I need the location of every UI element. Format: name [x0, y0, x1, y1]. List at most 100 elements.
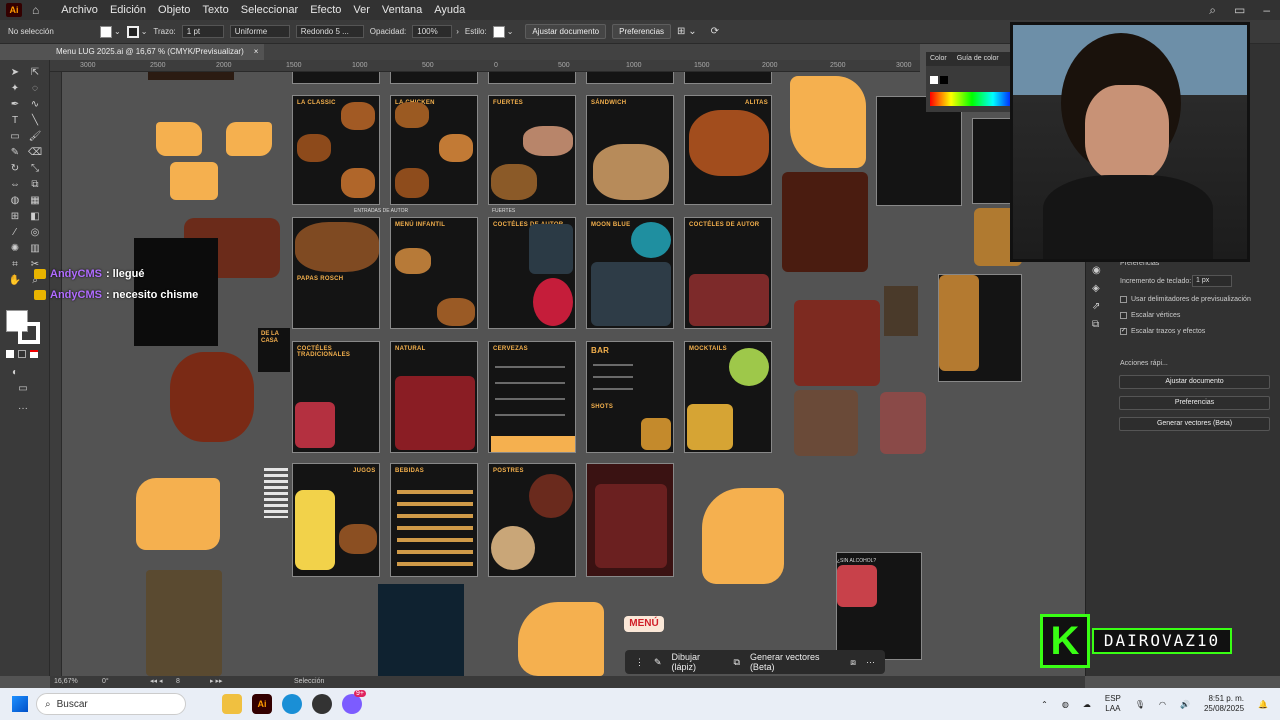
- shape-builder-icon[interactable]: ◍: [8, 194, 22, 208]
- menu-objeto[interactable]: Objeto: [152, 0, 196, 20]
- grip-icon[interactable]: ⋮: [635, 657, 644, 668]
- menu-page-cocteles-autor[interactable]: COCTÉLES DE AUTOR: [488, 217, 576, 329]
- checkbox-checked[interactable]: ✓: [1120, 328, 1127, 335]
- fill-control[interactable]: ⌄: [100, 25, 121, 38]
- menu-page-postres[interactable]: POSTRES: [488, 463, 576, 577]
- menu-page-cervezas[interactable]: CERVEZAS: [488, 341, 576, 453]
- drink-pour-photo[interactable]: [378, 584, 464, 676]
- transform-icon[interactable]: ⟳: [711, 26, 719, 37]
- file-explorer-icon[interactable]: [222, 694, 242, 714]
- curvature-tool-icon[interactable]: ∿: [28, 98, 42, 112]
- rotation-angle[interactable]: 0°: [102, 678, 109, 685]
- blend-tool-icon[interactable]: ◎: [28, 226, 42, 240]
- export-icon[interactable]: ⇗: [1092, 298, 1106, 316]
- menu-page-burger[interactable]: LA CLASSIC: [292, 95, 380, 205]
- de-la-casa-logo[interactable]: DE LA CASA: [258, 328, 290, 372]
- perspective-grid-icon[interactable]: ▦: [28, 194, 42, 208]
- artboard-tool-icon[interactable]: ⌗: [8, 258, 22, 272]
- pencil-icon[interactable]: ✎: [654, 657, 662, 668]
- menu-page-jugos[interactable]: JUGOS: [292, 463, 380, 577]
- artboards-icon[interactable]: ⧉: [1092, 316, 1106, 334]
- layers-icon[interactable]: ◈: [1092, 280, 1106, 298]
- artboard-partial[interactable]: [488, 72, 576, 84]
- drinks-photo[interactable]: [794, 300, 880, 386]
- checkbox-scale-corners[interactable]: Escalar vértices: [1120, 312, 1180, 319]
- food-photo[interactable]: [170, 352, 254, 442]
- artboard-partial[interactable]: [684, 72, 772, 84]
- illustrator-taskbar-icon[interactable]: Ai: [252, 694, 272, 714]
- stroke-weight-dropdown[interactable]: 1 pt: [181, 25, 224, 38]
- menu-page-sandwich[interactable]: SÁNDWICH: [586, 95, 674, 205]
- clock[interactable]: 8:51 p. m. 25/08/2025: [1204, 694, 1244, 714]
- food-photo[interactable]: [782, 172, 868, 272]
- network-icon[interactable]: ◍: [1062, 700, 1069, 709]
- orange-brush-shape[interactable]: [156, 122, 202, 156]
- workspace-icon[interactable]: ▭: [1234, 3, 1245, 17]
- stroke-swatch[interactable]: [126, 25, 139, 38]
- checkbox-preview-bounds[interactable]: Usar delimitadores de previsualización: [1120, 296, 1251, 303]
- graph-tool-icon[interactable]: ▥: [28, 242, 42, 256]
- menu-page-alitas[interactable]: ALITAS: [684, 95, 772, 205]
- more-tools-icon[interactable]: ···: [16, 402, 30, 416]
- menu-page-chicken[interactable]: LA CHICKEN: [390, 95, 478, 205]
- stroke-color-swatch[interactable]: [18, 322, 40, 344]
- artboard-partial[interactable]: [390, 72, 478, 84]
- menu-edicion[interactable]: Edición: [104, 0, 152, 20]
- volume-icon[interactable]: 🔊: [1180, 700, 1190, 709]
- chevron-up-icon[interactable]: ⌃: [1041, 700, 1048, 709]
- gradient-mode-icon[interactable]: [18, 350, 26, 358]
- hand-tool-icon[interactable]: ✋: [8, 274, 22, 288]
- menu-page-papas[interactable]: PAPAS ROSCH: [292, 217, 380, 329]
- black-swatch[interactable]: [940, 76, 948, 84]
- menu-page-loose[interactable]: [938, 274, 1022, 382]
- menu-page-cover[interactable]: [586, 463, 674, 577]
- color-panel[interactable]: Color Guía de color: [926, 52, 1016, 112]
- discord-icon[interactable]: 9+: [342, 690, 366, 714]
- drink-photo[interactable]: [880, 392, 926, 454]
- drink-photo[interactable]: [884, 286, 918, 336]
- menu-page-mocktails[interactable]: MOCKTAILS: [684, 341, 772, 453]
- menu-page-bar[interactable]: BAR SHOTS: [586, 341, 674, 453]
- eyedropper-icon[interactable]: ⁄: [8, 226, 22, 240]
- menu-page-natural[interactable]: NATURAL: [390, 341, 478, 453]
- white-swatch[interactable]: [930, 76, 938, 84]
- search-icon[interactable]: ⌕: [1209, 3, 1216, 18]
- cloud-icon[interactable]: ☁: [1083, 700, 1091, 709]
- free-transform-icon[interactable]: ⧉: [28, 178, 42, 192]
- menu-badge[interactable]: MENÚ: [624, 616, 664, 632]
- menu-archivo[interactable]: Archivo: [55, 0, 104, 20]
- drinks-photo[interactable]: [146, 570, 222, 676]
- windows-start-icon[interactable]: [12, 696, 28, 712]
- mesh-tool-icon[interactable]: ⊞: [8, 210, 22, 224]
- artboard-partial[interactable]: [586, 72, 674, 84]
- magic-wand-icon[interactable]: ✦: [8, 82, 22, 96]
- menu-page-cocteles-tradicionales[interactable]: COCTÉLES TRADICIONALES: [292, 341, 380, 453]
- appearance-icon[interactable]: ◉: [1092, 262, 1106, 280]
- opacity-field[interactable]: 100%: [412, 25, 453, 38]
- artboard-canvas[interactable]: LA CLASSIC LA CHICKEN FUERTES SÁNDWICH A…: [62, 72, 1078, 676]
- menu-efecto[interactable]: Efecto: [304, 0, 347, 20]
- drinks-photo[interactable]: [794, 390, 858, 456]
- orange-brush-shape[interactable]: [170, 162, 218, 200]
- shaper-tool-icon[interactable]: ✎: [8, 146, 22, 160]
- language-indicator[interactable]: ESP LAA: [1105, 694, 1121, 714]
- screen-mode-icon[interactable]: ▭: [16, 382, 30, 396]
- fit-document-panel-button[interactable]: Ajustar documento: [1119, 375, 1270, 389]
- fill-swatch[interactable]: [100, 25, 112, 38]
- menu-page-fuertes[interactable]: FUERTES: [488, 95, 576, 205]
- pen-tool-icon[interactable]: ✒: [8, 98, 22, 112]
- draw-pencil-button[interactable]: Dibujar (lápiz): [672, 652, 724, 672]
- line-tool-icon[interactable]: ╲: [28, 114, 42, 128]
- none-mode-icon[interactable]: [30, 350, 38, 358]
- taskbar-search[interactable]: ⌕ Buscar: [36, 693, 186, 715]
- menu-page-moon-blue[interactable]: MOON BLUE: [586, 217, 674, 329]
- type-tool-icon[interactable]: T: [8, 114, 22, 128]
- wifi-icon[interactable]: ◠: [1159, 700, 1166, 709]
- menu-ver[interactable]: Ver: [347, 0, 376, 20]
- microphone-icon[interactable]: 🎙: [1135, 700, 1145, 709]
- menu-ayuda[interactable]: Ayuda: [428, 0, 471, 20]
- width-tool-icon[interactable]: ⇔: [8, 178, 22, 192]
- checkbox-scale-strokes[interactable]: ✓ Escalar trazos y efectos: [1120, 328, 1205, 335]
- stroke-control[interactable]: ⌄: [126, 25, 147, 38]
- artboard-nav-icon[interactable]: ◂◂ ◂: [150, 677, 163, 685]
